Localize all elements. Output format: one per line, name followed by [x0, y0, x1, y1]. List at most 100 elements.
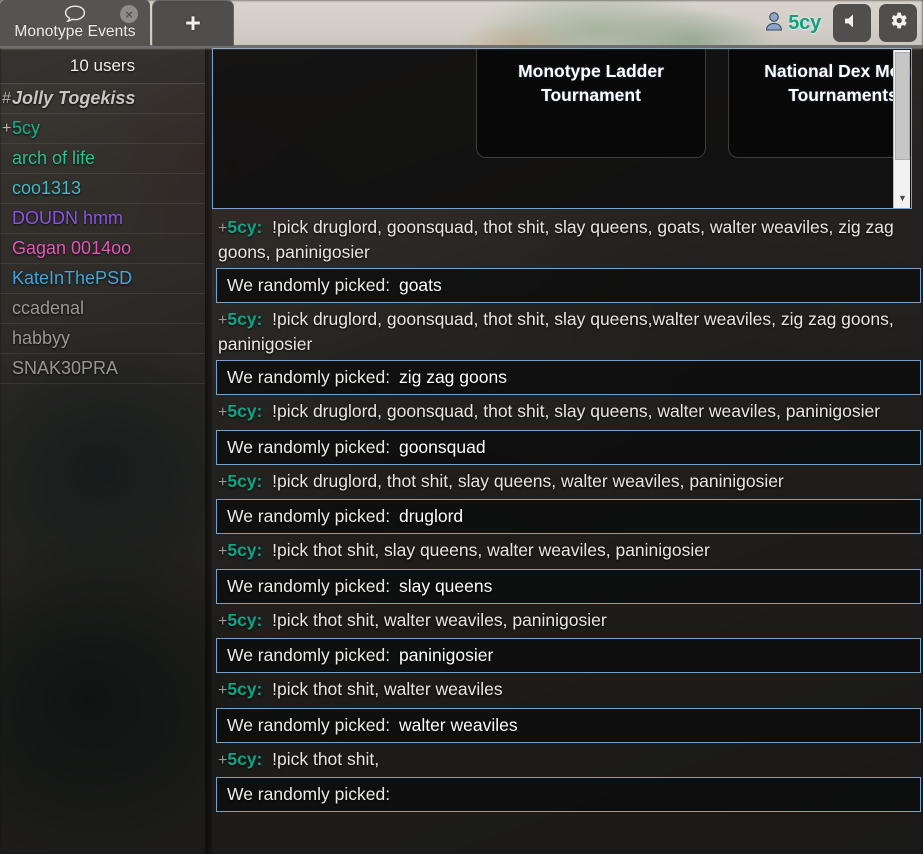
- chat-message-username[interactable]: 5cy:: [227, 679, 262, 699]
- chat-message: +5cy: !pick thot shit, walter weaviles: [212, 676, 923, 705]
- chat-message-rank: +: [218, 612, 228, 630]
- chat-message-log: +5cy: !pick druglord, goonsquad, thot sh…: [212, 214, 923, 854]
- random-pick-result-box: We randomly picked: goats: [216, 268, 921, 303]
- chat-message-rank: +: [218, 751, 228, 769]
- chat-message-username[interactable]: 5cy:: [227, 540, 262, 560]
- intro-panel-scrollbar[interactable]: ▼: [893, 50, 911, 208]
- tournament-card-line1: National Dex Mono: [764, 61, 912, 81]
- new-tab-button[interactable]: +: [152, 0, 234, 46]
- user-list-item-name: coo1313: [12, 178, 82, 198]
- chat-message-username[interactable]: 5cy:: [227, 309, 262, 329]
- user-list-item[interactable]: +5cy: [0, 114, 205, 144]
- settings-button[interactable]: [879, 4, 917, 42]
- current-username: 5cy: [788, 11, 821, 34]
- chat-column: Monotype Ladder Tournament National Dex …: [212, 48, 923, 854]
- user-rank-symbol: #: [2, 89, 11, 107]
- user-list-item-name: arch of life: [12, 148, 96, 168]
- chat-message-username[interactable]: 5cy:: [227, 610, 262, 630]
- user-list-item[interactable]: # Jolly Togekiss: [0, 84, 205, 114]
- random-pick-label: We randomly picked:: [227, 506, 391, 526]
- chat-message: +5cy: !pick druglord, goonsquad, thot sh…: [212, 398, 923, 427]
- tournament-card-national-dex-mono[interactable]: National Dex Mono Tournaments: [729, 49, 912, 157]
- random-pick-value: slay queens: [394, 575, 493, 596]
- chat-message-text: !pick thot shit, walter weaviles, panini…: [272, 609, 607, 630]
- chat-message-rank: +: [218, 312, 228, 329]
- random-pick-result-box: We randomly picked: slay queens: [216, 568, 921, 604]
- random-pick-value: paninigosier: [394, 645, 494, 665]
- random-pick-value: goats: [394, 275, 442, 295]
- chat-message: +5cy: !pick druglord, goonsquad, thot sh…: [212, 306, 923, 357]
- chat-message-text: !pick druglord, thot shit, slay queens, …: [272, 470, 784, 491]
- user-rank-symbol: +: [2, 119, 12, 137]
- chat-bubble-icon: [64, 5, 86, 23]
- user-list-item[interactable]: arch of life: [0, 144, 205, 174]
- random-pick-label: We randomly picked:: [227, 784, 391, 804]
- chat-message-text: !pick druglord, goonsquad, thot shit, sl…: [272, 401, 881, 421]
- chat-message-rank: +: [218, 473, 228, 491]
- chat-message: +5cy: !pick thot shit, walter weaviles, …: [212, 607, 923, 636]
- close-icon[interactable]: ×: [120, 5, 138, 23]
- gear-icon: [888, 10, 909, 36]
- scrollbar-thumb[interactable]: [895, 52, 910, 160]
- tournament-card-monotype-ladder[interactable]: Monotype Ladder Tournament: [477, 49, 705, 157]
- tournament-card-line2: Tournaments: [788, 85, 898, 105]
- room-intro-panel: Monotype Ladder Tournament National Dex …: [212, 48, 912, 209]
- random-pick-value: walter weaviles: [394, 714, 518, 735]
- random-pick-label: We randomly picked:: [227, 275, 391, 295]
- chat-message-text: !pick druglord, goonsquad, thot shit, sl…: [218, 309, 894, 354]
- chat-message: +5cy: !pick thot shit,: [212, 746, 923, 775]
- random-pick-label: We randomly picked:: [227, 714, 391, 735]
- random-pick-value: zig zag goons: [394, 367, 507, 387]
- random-pick-result-box: We randomly picked: druglord: [216, 499, 921, 534]
- user-menu-button[interactable]: 5cy: [761, 11, 825, 36]
- user-avatar-icon: [765, 11, 783, 36]
- random-pick-label: We randomly picked:: [227, 575, 391, 596]
- random-pick-label: We randomly picked:: [227, 645, 391, 665]
- user-list-item-name: KateInThePSD: [12, 268, 133, 288]
- random-pick-result-box: We randomly picked: paninigosier: [216, 638, 921, 673]
- chat-message-text: !pick druglord, goonsquad, thot shit, sl…: [218, 217, 894, 262]
- user-list-item[interactable]: KateInThePSD: [0, 264, 205, 294]
- top-header-bar: Monotype Events × + 5cy: [0, 0, 923, 48]
- user-list-item-name: SNAK30PRA: [12, 358, 119, 378]
- chat-message-rank: +: [218, 220, 228, 237]
- random-pick-result-box: We randomly picked: zig zag goons: [216, 360, 921, 395]
- user-list-item[interactable]: SNAK30PRA: [0, 354, 205, 384]
- app-root: Monotype Events × + 5cy 10 users # Jolly…: [0, 0, 923, 854]
- user-list-item-name: 5cy: [12, 118, 41, 138]
- chat-message: +5cy: !pick druglord, thot shit, slay qu…: [212, 468, 923, 497]
- user-count-label: 10 users: [0, 48, 205, 84]
- user-list-item[interactable]: Gagan 0014oo: [0, 234, 205, 264]
- chat-message-username[interactable]: 5cy:: [227, 217, 262, 237]
- random-pick-value: druglord: [394, 506, 464, 526]
- chat-message-username[interactable]: 5cy:: [227, 471, 262, 491]
- random-pick-label: We randomly picked:: [227, 367, 391, 387]
- chat-message-text: !pick thot shit, slay queens, walter wea…: [272, 540, 710, 560]
- chat-message-username[interactable]: 5cy:: [227, 401, 262, 421]
- user-list-item-name: DOUDN hmm: [12, 208, 123, 228]
- user-list-rows: # Jolly Togekiss +5cy arch of life coo1313…: [0, 84, 205, 384]
- chat-message: +5cy: !pick druglord, goonsquad, thot sh…: [212, 214, 923, 265]
- user-list-item[interactable]: habbyy: [0, 324, 205, 354]
- sound-toggle-button[interactable]: [833, 4, 871, 42]
- chat-message-rank: +: [218, 543, 228, 560]
- user-list-panel: 10 users # Jolly Togekiss +5cy arch of lif…: [0, 48, 205, 854]
- random-pick-value: goonsquad: [394, 436, 486, 457]
- user-list-item-name: Jolly Togekiss: [12, 88, 136, 108]
- column-divider: [205, 48, 212, 854]
- user-list-item[interactable]: coo1313: [0, 174, 205, 204]
- random-pick-result-box: We randomly picked: goonsquad: [216, 429, 921, 465]
- tab-label: Monotype Events: [14, 23, 136, 40]
- chat-message-username[interactable]: 5cy:: [227, 749, 262, 769]
- header-right-controls: 5cy: [761, 0, 917, 46]
- chevron-down-icon[interactable]: ▼: [894, 190, 911, 207]
- chat-message-text: !pick thot shit,: [272, 748, 380, 769]
- chat-message-rank: +: [218, 404, 228, 421]
- random-pick-result-box: We randomly picked:: [216, 777, 921, 812]
- chat-message-rank: +: [218, 682, 228, 699]
- user-list-item[interactable]: DOUDN hmm: [0, 204, 205, 234]
- random-pick-label: We randomly picked:: [227, 436, 391, 457]
- random-pick-result-box: We randomly picked: walter weaviles: [216, 707, 921, 743]
- tab-monotype-events[interactable]: Monotype Events ×: [0, 0, 150, 46]
- user-list-item[interactable]: ccadenal: [0, 294, 205, 324]
